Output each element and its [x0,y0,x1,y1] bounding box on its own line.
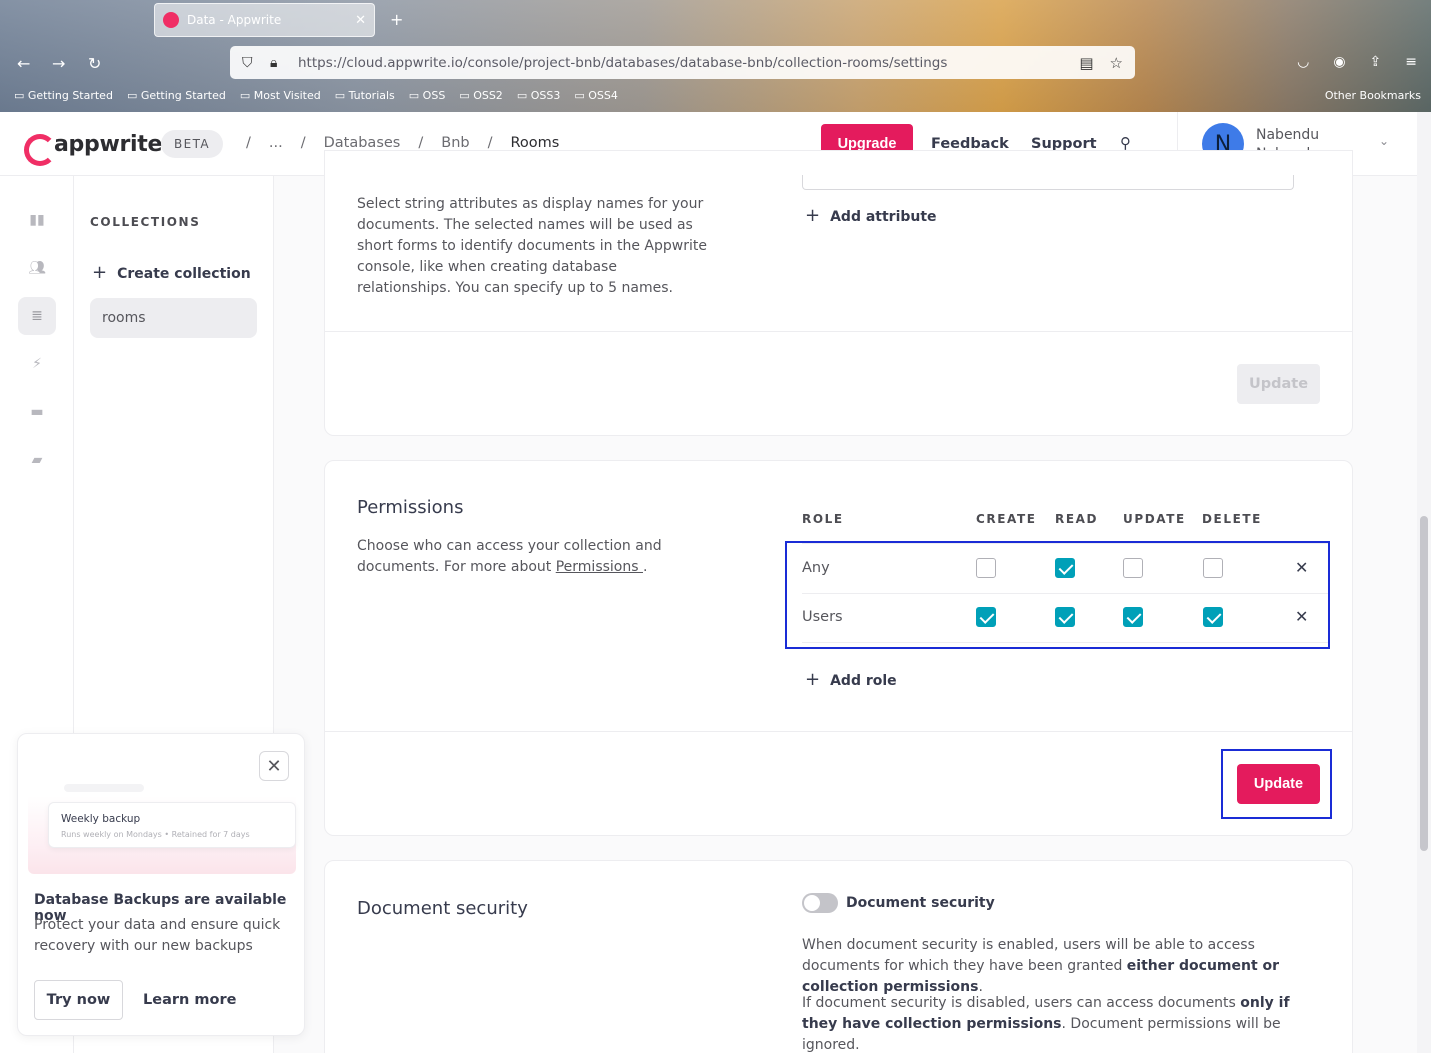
breadcrumb-separator: / [246,135,251,151]
permissions-description: Choose who can access your collection an… [357,536,677,578]
illustration-placeholder [64,784,144,792]
functions-icon[interactable]: ⚡︎ [18,345,56,383]
promo-illustration: Weekly backup Runs weekly on Mondays • R… [28,744,296,874]
beta-badge: BETA [161,130,224,158]
tab-title: Data - Appwrite [187,13,282,27]
back-icon[interactable]: ← [17,54,30,73]
logo-text: appwrite [54,132,163,157]
bookmark-item[interactable]: Tutorials [335,89,395,102]
toolbar-icons: ◡ ◉ ⇪ ≡ [1297,54,1417,70]
learn-more-link[interactable]: Learn more [143,992,236,1008]
plus-icon: + [805,205,821,226]
update-display-names-button[interactable]: Update [1237,364,1320,404]
auth-users-icon[interactable]: 👥︎ [18,249,56,287]
reload-icon[interactable]: ↻ [88,54,101,73]
bookmark-item[interactable]: Getting Started [14,89,113,102]
doc-security-enabled-text: When document security is enabled, users… [802,935,1322,998]
add-attribute-label: Add attribute [830,209,937,225]
browser-chrome: Data - Appwrite ✕ + ← → ↻ ⛉ 🔒︎ https://c… [0,0,1431,112]
breadcrumb-separator: / [300,135,306,151]
permissions-desc-suffix: . [642,559,648,575]
breadcrumb-databases[interactable]: Databases [324,135,401,151]
share-icon[interactable]: ⇪ [1370,54,1382,70]
appwrite-logo-icon [24,133,56,166]
col-header-role: ROLE [802,512,844,526]
overview-icon[interactable]: ▮▮ [18,201,56,239]
bookmarks-bar: Getting Started Getting Started Most Vis… [14,89,618,102]
doc-security-disabled-text: If document security is disabled, users … [802,993,1322,1053]
collections-title: COLLECTIONS [90,215,201,229]
doc-text-part: If document security is disabled, users … [802,995,1241,1011]
scrollbar-thumb[interactable] [1420,516,1428,851]
plus-icon: + [805,669,821,690]
try-now-button[interactable]: Try now [34,980,123,1020]
toggle-label: Document security [846,895,995,911]
user-name: Nabendu [1256,127,1320,143]
url-bar[interactable]: ⛉ 🔒︎ https://cloud.appwrite.io/console/p… [230,46,1135,79]
col-header-update: UPDATE [1123,512,1186,526]
url-text: https://cloud.appwrite.io/console/projec… [298,54,948,71]
collection-item-rooms[interactable]: rooms [90,298,257,338]
bookmark-star-icon[interactable]: ☆ [1110,54,1123,72]
display-names-card: Select string attributes as display name… [324,150,1353,436]
breadcrumb: / ... / Databases / Bnb / Rooms [246,135,559,151]
pocket-icon[interactable]: ◡ [1297,54,1309,70]
create-collection-button[interactable]: + Create collection [92,262,251,283]
close-icon[interactable]: ✕ [259,751,289,781]
add-role-button[interactable]: + Add role [805,669,897,690]
bookmark-item[interactable]: OSS4 [574,89,618,102]
document-security-card: Document security Document security When… [324,860,1353,1053]
card-footer: Update [325,331,1352,435]
create-collection-label: Create collection [117,266,251,282]
breadcrumb-bnb[interactable]: Bnb [441,135,469,151]
close-tab-icon[interactable]: ✕ [355,13,366,28]
plus-icon: + [92,262,108,283]
breadcrumb-ellipsis[interactable]: ... [269,135,283,151]
promo-text: Protect your data and ensure quick recov… [34,917,281,954]
document-security-title: Document security [357,898,528,919]
browser-tab[interactable]: Data - Appwrite ✕ [154,3,375,37]
add-attribute-button[interactable]: + Add attribute [805,205,937,226]
bookmark-item[interactable]: OSS [409,89,446,102]
annotation-highlight-permissions [785,541,1330,649]
permissions-card: Permissions Choose who can access your c… [324,460,1353,836]
new-tab-icon[interactable]: + [390,10,403,29]
lock-icon: 🔒︎ [270,54,278,71]
other-bookmarks[interactable]: Other Bookmarks [1325,89,1421,102]
annotation-highlight-update [1221,749,1332,819]
scrollbar[interactable] [1417,112,1431,1053]
display-names-description: Select string attributes as display name… [357,196,707,296]
backups-promo-card: Weekly backup Runs weekly on Mondays • R… [17,733,305,1036]
reader-view-icon[interactable]: ▤ [1079,54,1093,72]
forward-icon[interactable]: → [52,54,65,73]
col-header-read: READ [1055,512,1099,526]
bookmark-item[interactable]: OSS2 [459,89,503,102]
permissions-docs-link[interactable]: Permissions [556,559,643,575]
bookmark-item[interactable]: Most Visited [240,89,321,102]
extension-icon[interactable]: ◉ [1333,54,1345,70]
menu-icon[interactable]: ≡ [1405,54,1417,70]
breadcrumb-separator: / [418,135,424,151]
card-footer: Update [325,731,1352,835]
permissions-title: Permissions [357,497,464,518]
breadcrumb-separator: / [487,135,493,151]
appwrite-favicon-icon [163,12,179,28]
preview-title: Weekly backup [61,813,141,825]
attribute-select-input[interactable] [802,175,1294,190]
bookmark-item[interactable]: OSS3 [517,89,561,102]
col-header-create: CREATE [976,512,1037,526]
chevron-down-icon[interactable]: ⌄ [1379,134,1389,148]
database-icon[interactable]: ≣ [18,297,56,335]
document-security-toggle[interactable] [802,893,838,913]
messaging-icon[interactable]: ▬ [18,393,56,431]
weekly-backup-preview: Weekly backup Runs weekly on Mondays • R… [48,802,296,848]
bookmark-item[interactable]: Getting Started [127,89,226,102]
appwrite-logo[interactable]: appwrite [24,132,163,166]
shield-icon: ⛉ [242,54,253,71]
col-header-delete: DELETE [1202,512,1262,526]
preview-subtitle: Runs weekly on Mondays • Retained for 7 … [61,830,250,839]
add-role-label: Add role [830,673,897,689]
breadcrumb-rooms: Rooms [510,135,560,151]
storage-folder-icon[interactable]: ▰ [18,441,56,479]
